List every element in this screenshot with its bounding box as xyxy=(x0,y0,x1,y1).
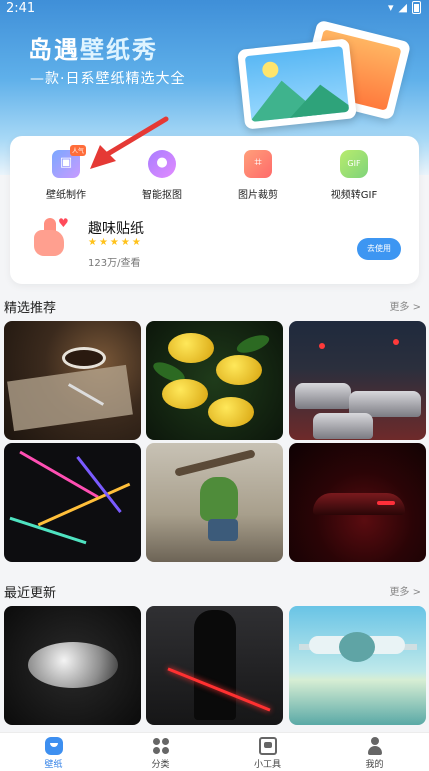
tools-tab-icon xyxy=(258,737,277,755)
gif-icon: GIF xyxy=(340,150,368,178)
bottom-tab-bar: 壁纸 分类 小工具 我的 xyxy=(0,732,429,771)
use-button[interactable]: 去使用 xyxy=(357,238,401,260)
tool-smart-cutout[interactable]: ● 智能抠图 xyxy=(114,150,210,201)
recent-title: 最近更新 xyxy=(4,586,57,601)
profile-tab-icon xyxy=(366,737,384,755)
category-tab-icon xyxy=(152,737,170,755)
cutout-icon: ● xyxy=(148,150,176,178)
app-title: 岛遇壁纸秀 xyxy=(28,30,158,65)
tool-image-crop[interactable]: ⌗ 图片裁剪 xyxy=(210,150,306,201)
status-icons: ▾ ◢ xyxy=(388,1,421,14)
wallpaper-maker-icon: 人气 ▣ xyxy=(52,145,86,178)
tool-label: 视频转GIF xyxy=(330,190,378,201)
tools-card: 人气 ▣ 壁纸制作 ● 智能抠图 ⌗ 图片裁剪 GIF 视频转GIF ♥ 趣味贴… xyxy=(10,136,419,284)
status-bar: 2:41 ▾ ◢ xyxy=(0,0,429,18)
photo-card-front xyxy=(237,38,357,130)
featured-more-link[interactable]: 更多 > xyxy=(389,298,421,313)
tab-label: 壁纸 xyxy=(44,760,63,770)
sticker-title: 趣味贴纸 xyxy=(88,221,144,237)
tool-video-to-gif[interactable]: GIF 视频转GIF xyxy=(306,150,402,201)
tool-label: 壁纸制作 xyxy=(46,190,86,201)
recent-section-header: 最近更新 更多 > xyxy=(4,582,425,602)
wallpaper-tile-hulk[interactable] xyxy=(146,443,283,562)
wallpaper-tile-rose[interactable] xyxy=(4,606,141,725)
featured-section-header: 精选推荐 更多 > xyxy=(4,297,425,317)
app-title-part1: 岛遇 xyxy=(28,36,80,64)
wallpaper-tile-airplane[interactable] xyxy=(289,606,426,725)
wallpaper-tile-traffic[interactable] xyxy=(289,321,426,440)
featured-title: 精选推荐 xyxy=(4,301,57,316)
tab-label: 分类 xyxy=(151,760,170,770)
wallpaper-tile-lemons[interactable] xyxy=(146,321,283,440)
sticker-usage: 123万/查看 xyxy=(88,258,141,269)
tab-category[interactable]: 分类 xyxy=(107,733,214,771)
hero-illustration xyxy=(229,19,412,130)
recent-more-link[interactable]: 更多 > xyxy=(389,583,421,598)
crop-icon: ⌗ xyxy=(244,150,272,178)
tool-label: 智能抠图 xyxy=(142,190,182,201)
wifi-icon: ▾ xyxy=(388,1,394,14)
wallpaper-tab-icon xyxy=(44,737,63,755)
wallpaper-tile-red-car[interactable] xyxy=(289,443,426,562)
wallpaper-tile-coffee[interactable] xyxy=(4,321,141,440)
tab-tools[interactable]: 小工具 xyxy=(214,733,321,771)
wallpaper-tile-warrior[interactable] xyxy=(146,606,283,725)
battery-icon xyxy=(412,1,421,14)
thumbs-up-icon: ♥ xyxy=(28,216,72,260)
rating-stars: ★★★★★ xyxy=(88,237,143,248)
tab-label: 我的 xyxy=(365,760,384,770)
signal-icon: ◢ xyxy=(398,1,407,14)
app-title-part2: 壁纸秀 xyxy=(80,36,158,64)
wallpaper-tile-neon[interactable] xyxy=(4,443,141,562)
status-time: 2:41 xyxy=(6,1,36,16)
tool-label: 图片裁剪 xyxy=(238,190,278,201)
tab-label: 小工具 xyxy=(253,760,281,770)
sticker-promo[interactable]: ♥ 趣味贴纸 ★★★★★ 123万/查看 去使用 xyxy=(20,210,409,270)
tool-wallpaper-maker[interactable]: 人气 ▣ 壁纸制作 xyxy=(18,145,114,201)
tab-wallpaper[interactable]: 壁纸 xyxy=(0,733,107,771)
tab-profile[interactable]: 我的 xyxy=(321,733,428,771)
app-subtitle: —款·日系壁纸精选大全 xyxy=(30,71,186,87)
